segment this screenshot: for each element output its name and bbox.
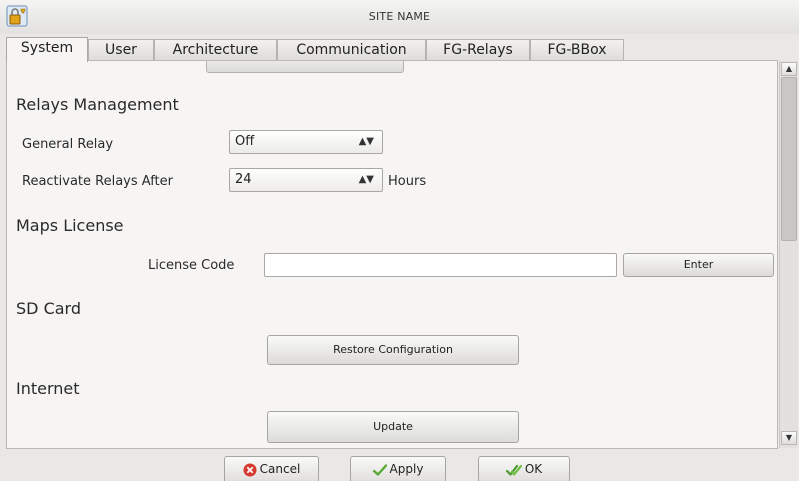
apply-button[interactable]: Apply bbox=[350, 456, 446, 481]
tab-user[interactable]: User bbox=[88, 39, 154, 61]
tab-system[interactable]: System bbox=[6, 37, 88, 62]
updown-arrows-icon: ▲▼ bbox=[358, 174, 374, 185]
checkmark-icon bbox=[372, 463, 387, 476]
cancel-label: Cancel bbox=[259, 462, 301, 476]
button-bar: Cancel Apply OK bbox=[0, 450, 799, 481]
restore-configuration-button[interactable]: Restore Configuration bbox=[267, 335, 519, 365]
scroll-down-arrow-icon[interactable]: ▼ bbox=[781, 431, 797, 445]
tab-communication[interactable]: Communication bbox=[277, 39, 426, 61]
updown-arrows-icon: ▲▼ bbox=[358, 136, 374, 147]
vertical-scrollbar[interactable]: ▲ ▼ bbox=[779, 61, 798, 448]
hours-unit: Hours bbox=[388, 174, 427, 189]
reactivate-value: 24 bbox=[235, 172, 252, 187]
maps-heading: Maps License bbox=[16, 216, 124, 235]
cancel-button[interactable]: Cancel bbox=[224, 456, 319, 481]
update-button[interactable]: Update bbox=[267, 411, 519, 443]
general-relay-select[interactable]: Off ▲▼ bbox=[229, 130, 383, 154]
scroll-up-arrow-icon[interactable]: ▲ bbox=[781, 62, 797, 76]
license-code-label: License Code bbox=[148, 258, 235, 273]
apply-label: Apply bbox=[389, 462, 424, 476]
ok-button[interactable]: OK bbox=[478, 456, 570, 481]
tab-fg-bbox[interactable]: FG-BBox bbox=[530, 39, 624, 61]
tab-fg-relays[interactable]: FG-Relays bbox=[426, 39, 530, 61]
ok-label: OK bbox=[524, 462, 543, 476]
license-code-input[interactable] bbox=[264, 253, 617, 277]
cancel-icon bbox=[243, 463, 257, 476]
clipped-button[interactable] bbox=[206, 61, 404, 73]
general-relay-label: General Relay bbox=[22, 137, 114, 152]
window-title: SITE NAME bbox=[368, 10, 431, 23]
internet-heading: Internet bbox=[16, 379, 80, 398]
reactivate-select[interactable]: 24 ▲▼ bbox=[229, 168, 383, 192]
system-panel: Relays Management General Relay Off ▲▼ R… bbox=[6, 60, 778, 449]
sdcard-heading: SD Card bbox=[16, 299, 81, 318]
general-relay-value: Off bbox=[235, 134, 255, 149]
tab-architecture[interactable]: Architecture bbox=[154, 39, 277, 61]
relays-heading: Relays Management bbox=[16, 95, 179, 114]
double-check-icon bbox=[505, 464, 522, 476]
reactivate-label: Reactivate Relays After bbox=[22, 174, 173, 189]
tab-bar: System User Architecture Communication F… bbox=[0, 34, 799, 62]
enter-button[interactable]: Enter bbox=[623, 253, 774, 277]
scroll-thumb[interactable] bbox=[781, 77, 797, 241]
title-bar: SITE NAME bbox=[0, 0, 799, 35]
